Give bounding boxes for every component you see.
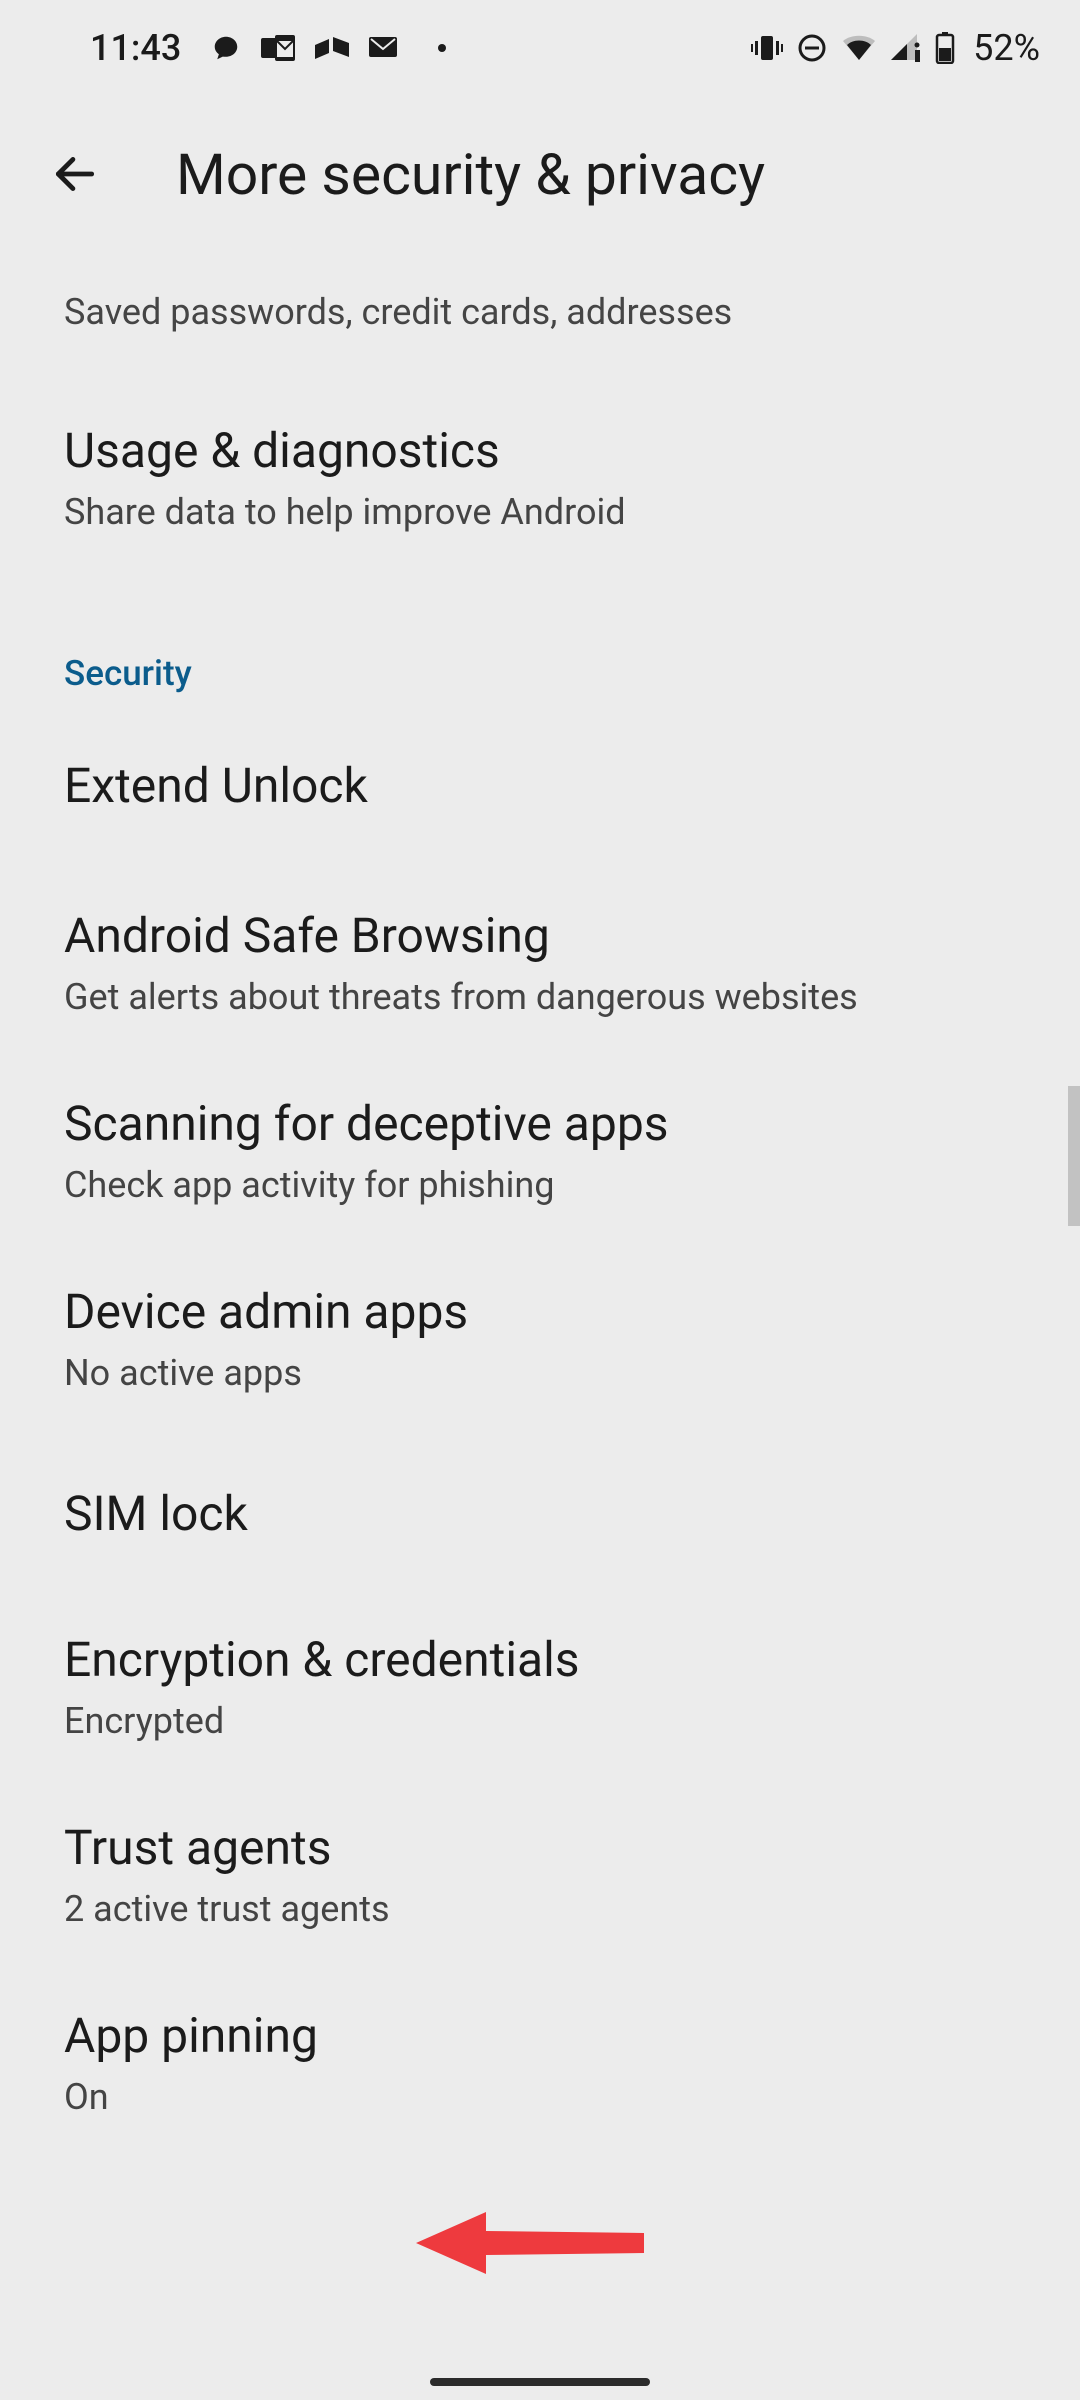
list-item-title: SIM lock	[64, 1484, 1016, 1544]
mail-attach-icon	[369, 35, 403, 61]
list-item-title: Extend Unlock	[64, 756, 1016, 816]
list-item-extend-unlock[interactable]: Extend Unlock	[0, 702, 1080, 870]
section-header-security: Security	[0, 573, 1080, 702]
list-item-title: Device admin apps	[64, 1282, 1016, 1342]
battery-icon	[935, 32, 955, 64]
list-item-title: Scanning for deceptive apps	[64, 1094, 1016, 1154]
status-icons-left	[211, 33, 447, 63]
list-item-sim-lock[interactable]: SIM lock	[0, 1434, 1080, 1594]
list-item-encryption[interactable]: Encryption & credentials Encrypted	[0, 1594, 1080, 1782]
list-item-sub: On	[64, 2076, 1016, 2118]
app-bar: More security & privacy	[0, 95, 1080, 273]
dot-icon	[437, 43, 447, 53]
settings-list[interactable]: Saved passwords, credit cards, addresses…	[0, 273, 1080, 2158]
dnd-icon	[797, 33, 827, 63]
list-item-title: Trust agents	[64, 1818, 1016, 1878]
status-bar: 11:43 52%	[0, 0, 1080, 95]
list-item-deceptive-apps[interactable]: Scanning for deceptive apps Check app ac…	[0, 1058, 1080, 1246]
status-time: 11:43	[90, 27, 181, 69]
back-button[interactable]	[32, 131, 118, 217]
list-item-sub: 2 active trust agents	[64, 1888, 1016, 1930]
vibrate-icon	[751, 34, 783, 62]
outlook-icon	[261, 35, 295, 61]
list-item-sub: Share data to help improve Android	[64, 491, 1016, 533]
list-item-sub: Encrypted	[64, 1700, 1016, 1742]
list-item-title: Usage & diagnostics	[64, 421, 1016, 481]
files-icon	[315, 35, 349, 61]
list-item-usage-diagnostics[interactable]: Usage & diagnostics Share data to help i…	[0, 385, 1080, 573]
list-item-sub: No active apps	[64, 1352, 1016, 1394]
list-item-autofill-sub: Saved passwords, credit cards, addresses	[0, 273, 1080, 385]
signal-icon	[891, 34, 921, 62]
list-item-title: App pinning	[64, 2006, 1016, 2066]
list-item-sub: Get alerts about threats from dangerous …	[64, 976, 1016, 1018]
list-item-title: Android Safe Browsing	[64, 906, 1016, 966]
battery-percent: 52%	[973, 27, 1040, 69]
list-item-safe-browsing[interactable]: Android Safe Browsing Get alerts about t…	[0, 870, 1080, 1058]
list-item-app-pinning[interactable]: App pinning On	[0, 1970, 1080, 2158]
page-title: More security & privacy	[176, 141, 765, 208]
nav-handle[interactable]	[430, 2378, 650, 2386]
annotation-arrow	[416, 2198, 656, 2292]
list-item-title: Encryption & credentials	[64, 1630, 1016, 1690]
wifi-icon	[841, 34, 877, 62]
scrollbar-thumb[interactable]	[1068, 1086, 1080, 1226]
status-icons-right: 52%	[751, 27, 1040, 69]
list-item-trust-agents[interactable]: Trust agents 2 active trust agents	[0, 1782, 1080, 1970]
list-item-device-admin[interactable]: Device admin apps No active apps	[0, 1246, 1080, 1434]
chat-icon	[211, 33, 241, 63]
list-item-sub: Check app activity for phishing	[64, 1164, 1016, 1206]
arrow-back-icon	[50, 149, 100, 199]
